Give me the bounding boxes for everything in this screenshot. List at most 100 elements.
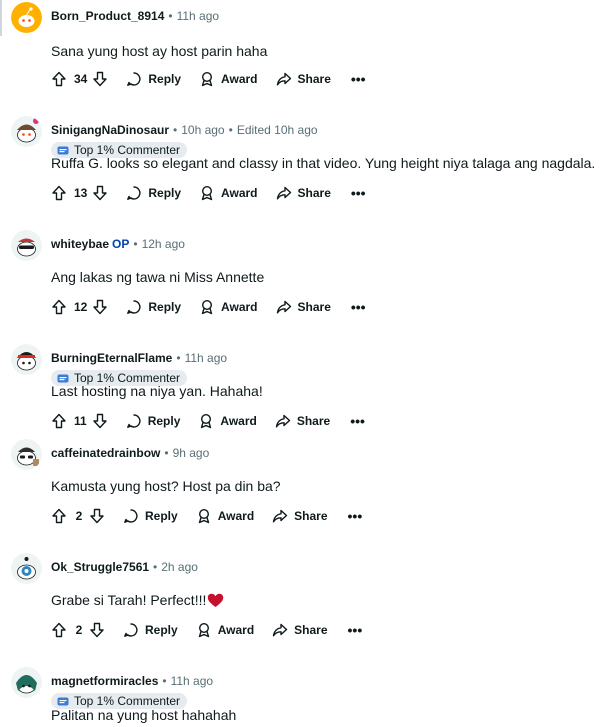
more-options-icon[interactable]: •••: [348, 623, 363, 637]
award-label: Award: [221, 72, 258, 86]
share-button[interactable]: Share: [276, 299, 331, 315]
user-avatar[interactable]: [11, 2, 42, 33]
separator: •: [173, 123, 178, 137]
snoo-avatar-icon: [11, 230, 42, 261]
snoo-avatar-icon: [11, 439, 42, 470]
share-button[interactable]: Share: [276, 185, 331, 201]
award-label: Award: [221, 186, 258, 200]
share-button[interactable]: Share: [272, 622, 328, 638]
edited-label: Edited 10h ago: [236, 123, 318, 137]
more-options-icon[interactable]: •••: [351, 300, 366, 314]
comment-actions: 12 Reply Award Share •••: [51, 295, 366, 319]
user-avatar[interactable]: [11, 667, 42, 698]
username[interactable]: SinigangNaDinosaur: [51, 123, 169, 137]
user-avatar[interactable]: [11, 230, 42, 261]
upvote-icon[interactable]: [51, 413, 67, 429]
reply-icon: [124, 509, 138, 523]
vote-count: 2: [75, 509, 83, 523]
comment-body: Ang lakas ng tawa ni Miss Annette: [51, 269, 265, 285]
vote-count: 11: [74, 414, 87, 428]
timestamp[interactable]: 9h ago: [173, 446, 210, 460]
username[interactable]: BurningEternalFlame: [51, 351, 172, 365]
vote-count: 34: [74, 72, 88, 86]
award-label: Award: [221, 300, 258, 314]
comment-text: Grabe si Tarah! Perfect!!!: [51, 592, 207, 608]
comment-meta: Ok_Struggle7561 • 2h ago: [51, 560, 198, 574]
timestamp[interactable]: 12h ago: [142, 237, 185, 251]
share-icon: [272, 509, 288, 523]
commenter-badge-icon: [57, 697, 69, 705]
reply-icon: [127, 72, 141, 86]
reply-button[interactable]: Reply: [123, 508, 178, 524]
comment-meta: caffeinatedrainbow • 9h ago: [51, 446, 209, 460]
share-button[interactable]: Share: [272, 508, 328, 524]
award-button[interactable]: Award: [196, 622, 254, 638]
share-label: Share: [296, 414, 331, 428]
timestamp[interactable]: 11h ago: [185, 351, 228, 365]
comment-meta: whiteybae OP • 12h ago: [51, 237, 185, 251]
vote-count: 12: [74, 300, 88, 314]
timestamp[interactable]: 2h ago: [161, 560, 198, 574]
share-icon: [276, 72, 291, 86]
vote-count: 13: [74, 186, 88, 200]
award-button[interactable]: Award: [199, 299, 258, 315]
username[interactable]: Born_Product_8914: [51, 9, 164, 23]
separator: •: [153, 560, 158, 574]
downvote-icon[interactable]: [89, 622, 105, 638]
share-button[interactable]: Share: [276, 71, 331, 87]
downvote-icon[interactable]: [89, 508, 105, 524]
user-avatar[interactable]: [11, 344, 42, 375]
username[interactable]: caffeinatedrainbow: [51, 446, 160, 460]
award-button[interactable]: Award: [198, 413, 257, 429]
upvote-icon[interactable]: [51, 508, 67, 524]
thread-line: [0, 0, 2, 36]
user-avatar[interactable]: [11, 116, 42, 147]
award-label: Award: [217, 623, 255, 637]
reply-button[interactable]: Reply: [123, 622, 178, 638]
share-icon: [272, 623, 288, 637]
more-options-icon[interactable]: •••: [351, 72, 366, 86]
timestamp[interactable]: 10h ago: [181, 123, 224, 137]
share-label: Share: [297, 72, 331, 86]
username[interactable]: magnetformiracles: [51, 674, 158, 688]
reply-label: Reply: [148, 186, 182, 200]
upvote-icon[interactable]: [51, 71, 67, 87]
separator: •: [162, 674, 167, 688]
comment-body: Kamusta yung host? Host pa din ba?: [51, 478, 281, 494]
upvote-icon[interactable]: [51, 185, 67, 201]
timestamp[interactable]: 11h ago: [177, 9, 220, 23]
timestamp[interactable]: 11h ago: [171, 674, 214, 688]
more-options-icon[interactable]: •••: [350, 414, 365, 428]
downvote-icon[interactable]: [92, 413, 108, 429]
downvote-icon[interactable]: [92, 299, 108, 315]
award-button[interactable]: Award: [196, 508, 254, 524]
award-button[interactable]: Award: [199, 71, 258, 87]
reply-button[interactable]: Reply: [126, 413, 180, 429]
upvote-icon[interactable]: [51, 622, 67, 638]
vote-group: 34: [51, 71, 108, 87]
more-options-icon[interactable]: •••: [348, 509, 363, 523]
downvote-icon[interactable]: [92, 185, 108, 201]
reply-icon: [126, 414, 141, 428]
user-avatar[interactable]: [11, 553, 42, 584]
share-button[interactable]: Share: [275, 413, 330, 429]
reply-button[interactable]: Reply: [126, 185, 181, 201]
more-options-icon[interactable]: •••: [351, 186, 366, 200]
comment-meta: BurningEternalFlame • 11h ago: [51, 351, 227, 365]
award-button[interactable]: Award: [199, 185, 258, 201]
comment-meta: SinigangNaDinosaur • 10h ago • Edited 10h ag…: [51, 123, 318, 137]
upvote-icon[interactable]: [51, 299, 67, 315]
username[interactable]: whiteybae: [51, 237, 109, 251]
reply-button[interactable]: Reply: [126, 299, 181, 315]
share-label: Share: [297, 186, 331, 200]
award-label: Award: [217, 509, 255, 523]
reply-icon: [124, 623, 138, 637]
downvote-icon[interactable]: [92, 71, 108, 87]
vote-group: 12: [51, 299, 108, 315]
username[interactable]: Ok_Struggle7561: [51, 560, 149, 574]
user-avatar[interactable]: [11, 439, 42, 470]
reply-button[interactable]: Reply: [126, 71, 181, 87]
snoo-avatar-icon: [11, 667, 42, 698]
comment-actions: 34 Reply Award Share •••: [51, 67, 366, 91]
comment-meta: Born_Product_8914 • 11h ago: [51, 9, 219, 23]
